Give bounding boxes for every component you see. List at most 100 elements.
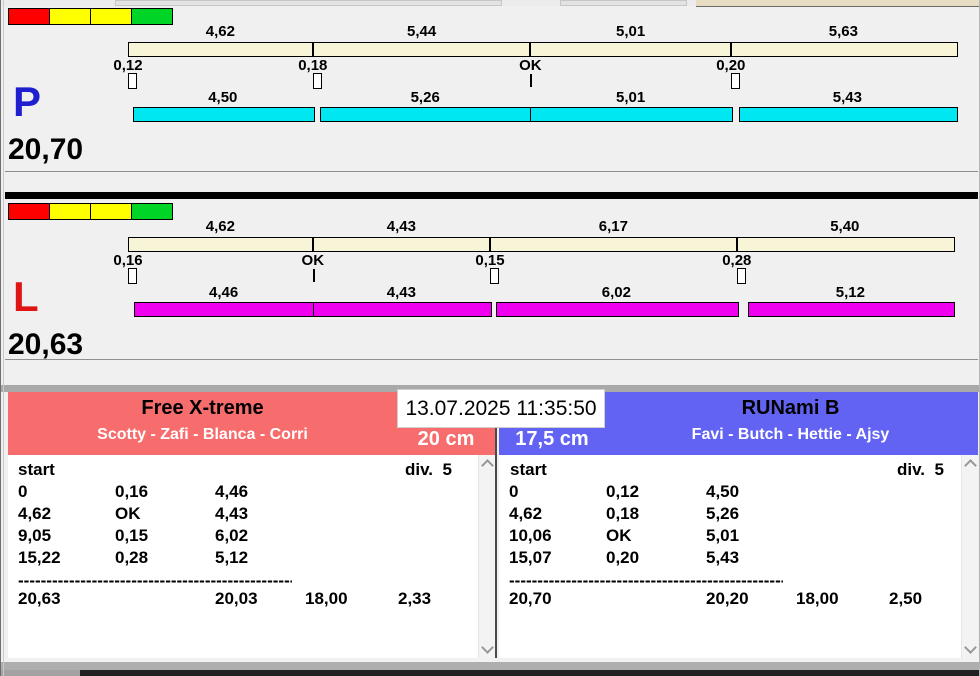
changeover-label: 0,15 <box>475 252 505 269</box>
table-separator: ----------------------------------------… <box>18 572 292 589</box>
table-cell: 4,62 <box>18 504 52 523</box>
table-cell: 0 <box>18 482 28 501</box>
table-cell: 5,12 <box>215 548 249 567</box>
run-time-label: 5,26 <box>410 89 440 106</box>
lane-letter-p: P <box>13 78 42 125</box>
run-time-label: 5,43 <box>832 89 862 106</box>
dog-run-bar <box>320 107 533 122</box>
lane-letter-l: L <box>13 273 39 320</box>
changeover-box <box>128 268 137 284</box>
table-cell: 4,50 <box>706 482 740 501</box>
changeover-box <box>730 73 740 89</box>
table-div-label: div. 5 <box>405 460 452 479</box>
dog-names: Favi - Butch - Hettie - Ajsy <box>691 426 890 443</box>
table-total-cell: 20,70 <box>509 589 552 608</box>
window-edge-left-highlight <box>3 0 4 676</box>
table-start-label: start <box>510 460 547 479</box>
split-divider <box>735 237 738 252</box>
top-strip-segment <box>560 0 687 6</box>
table-cell: 9,05 <box>18 526 52 545</box>
section-divider <box>5 192 978 199</box>
table-total-cell: 18,00 <box>796 589 839 608</box>
timing-app-window: 4,62 0,12 4,50 5,44 0,18 5,26 5,01 OK 5,01 5,63 0,… <box>0 0 980 676</box>
changeover-label: 0,12 <box>113 57 143 74</box>
table-total-cell: 18,00 <box>305 589 348 608</box>
team-name: RUNami B <box>741 397 840 419</box>
top-strip-segment <box>115 0 502 6</box>
changeover-ok-tick <box>530 74 533 87</box>
scroll-down-icon[interactable] <box>481 641 494 654</box>
jump-height-badge: 20 cm <box>417 428 475 450</box>
table-cell: OK <box>115 504 141 523</box>
split-divider <box>729 42 732 57</box>
jump-height-badge: 17,5 cm <box>515 428 589 450</box>
run-time-label: 5,12 <box>835 284 865 301</box>
dog-run-bar <box>738 107 958 122</box>
changeover-box <box>128 73 137 89</box>
table-separator: ----------------------------------------… <box>509 572 783 589</box>
table-start-label: start <box>18 460 55 479</box>
table-cell: OK <box>606 526 632 545</box>
run-time-label: 6,02 <box>601 284 631 301</box>
table-total-cell: 2,33 <box>398 589 432 608</box>
table-cell: 15,07 <box>509 548 552 567</box>
scrollbar-right-panel[interactable] <box>961 455 978 658</box>
changeover-label: 0,16 <box>113 252 143 269</box>
split-time-label: 5,63 <box>828 23 858 40</box>
scroll-down-icon[interactable] <box>964 641 977 654</box>
run-time-label: 4,43 <box>386 284 416 301</box>
table-cell: 5,43 <box>706 548 740 567</box>
scrollbar-left-panel[interactable] <box>478 455 495 658</box>
lane-chart-l: 4,62 0,16 4,46 4,43 OK 4,43 6,17 0,15 6,02 5,40 0,… <box>5 202 978 359</box>
split-time-label: 4,62 <box>205 23 235 40</box>
table-cell: 4,62 <box>509 504 543 523</box>
changeover-box <box>312 73 322 89</box>
table-cell: 15,22 <box>18 548 61 567</box>
lane-total-p: 20,70 <box>8 133 84 166</box>
table-cell: 0,20 <box>606 548 640 567</box>
split-time-bar <box>128 42 958 57</box>
taskbar-edge <box>0 670 980 676</box>
split-time-label: 5,40 <box>830 218 860 235</box>
table-cell: 10,06 <box>509 526 552 545</box>
datetime-display: 13.07.2025 11:35:50 <box>397 389 605 428</box>
split-time-bar <box>128 237 955 252</box>
table-total-cell: 2,50 <box>889 589 923 608</box>
table-cell: 5,01 <box>706 526 740 545</box>
table-total-cell: 20,20 <box>706 589 749 608</box>
dog-run-bar <box>530 107 733 122</box>
scroll-up-icon[interactable] <box>964 459 977 472</box>
changeover-label: 0,20 <box>716 57 746 74</box>
split-time-label: 4,43 <box>386 218 416 235</box>
table-cell: 6,02 <box>215 526 249 545</box>
window-edge-left <box>0 0 1 676</box>
dog-run-bar <box>496 302 739 317</box>
table-cell: 5,26 <box>706 504 740 523</box>
split-time-label: 5,01 <box>615 23 646 40</box>
lane-chart-p: 4,62 0,12 4,50 5,44 0,18 5,26 5,01 OK 5,01 5,63 0,… <box>5 7 978 171</box>
dog-run-bar <box>132 107 315 122</box>
changeover-label: 0,28 <box>722 252 752 269</box>
changeover-label: OK <box>301 252 325 269</box>
dog-names: Scotty - Zafi - Blanca - Corri <box>97 426 308 443</box>
top-strip-tan <box>696 0 980 7</box>
table-cell: 0 <box>509 482 519 501</box>
changeover-label: 0,18 <box>298 57 328 74</box>
table-total-cell: 20,63 <box>18 589 61 608</box>
team-panel-left: Free X-treme Scotty - Zafi - Blanca - Co… <box>8 392 497 658</box>
dog-run-bar <box>134 302 315 317</box>
run-time-label: 4,50 <box>208 89 238 106</box>
run-time-label: 4,46 <box>208 284 239 301</box>
split-divider <box>529 42 532 57</box>
table-div-label: div. 5 <box>897 460 944 479</box>
team-panel-right: RUNami B Favi - Butch - Hettie - Ajsy 17… <box>499 392 978 658</box>
taskbar-edge-dark <box>80 670 980 676</box>
table-cell: 0,18 <box>606 504 640 523</box>
changeover-label: OK <box>519 57 542 74</box>
dog-run-bar <box>312 302 492 317</box>
changeover-ok-tick <box>312 269 315 282</box>
table-cell: 0,16 <box>115 482 149 501</box>
split-divider <box>311 42 314 57</box>
scroll-up-icon[interactable] <box>481 459 494 472</box>
results-table-right: start div. 5 0 0,12 4,50 4,62 0,18 5,26 10,06 O… <box>499 455 978 658</box>
